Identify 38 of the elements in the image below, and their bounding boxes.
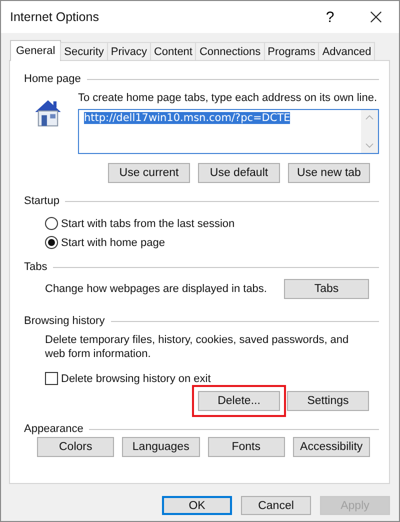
button[interactable]: Colors	[37, 437, 114, 457]
button[interactable]: Use new tab	[288, 163, 370, 183]
scrollbar[interactable]	[361, 110, 378, 153]
checkbox-label[interactable]: Delete browsing history on exit	[61, 372, 211, 384]
close-icon	[370, 11, 382, 23]
help-button[interactable]: ?	[307, 1, 353, 33]
tab[interactable]: Advanced	[318, 42, 376, 60]
section-heading: Appearance	[24, 423, 84, 435]
checkbox[interactable]	[45, 372, 58, 385]
tab[interactable]: General	[10, 40, 62, 61]
radio-label[interactable]: Start with home page	[61, 236, 165, 248]
tab[interactable]: Security	[60, 42, 108, 60]
section-heading: Home page	[24, 73, 81, 85]
scroll-down-icon	[365, 142, 374, 149]
button[interactable]: Accessibility	[292, 437, 370, 457]
button[interactable]: Use current	[108, 163, 190, 183]
button[interactable]: OK	[162, 496, 232, 515]
button[interactable]: Settings	[287, 391, 369, 411]
radio-button[interactable]	[45, 217, 58, 230]
scroll-up-icon	[365, 114, 374, 121]
button[interactable]: Tabs	[284, 279, 369, 299]
description-text: Change how webpages are displayed in tabs.	[45, 282, 267, 296]
radio-label[interactable]: Start with tabs from the last session	[61, 218, 235, 230]
section-heading: Startup	[24, 195, 60, 207]
radio-button[interactable]	[45, 236, 58, 249]
instruction-text: To create home page tabs, type each address on its own line.	[78, 91, 378, 105]
button[interactable]: Cancel	[241, 496, 311, 515]
description-text: Delete temporary files, history, cookies, saved passwords, and web form information.	[44, 333, 350, 361]
section-heading: Tabs	[24, 261, 48, 273]
button[interactable]: Fonts	[208, 437, 285, 457]
section-heading: Browsing history	[24, 315, 105, 327]
window-title: Internet Options	[10, 10, 99, 24]
button[interactable]: Use default	[198, 163, 280, 183]
button[interactable]: Delete...	[198, 391, 280, 411]
tab[interactable]: Programs	[264, 42, 320, 60]
tab[interactable]: Privacy	[106, 42, 151, 60]
button[interactable]: Languages	[122, 437, 200, 457]
address-field[interactable]: http://dell17win10.msn.com/?pc=DCTE	[78, 109, 379, 154]
